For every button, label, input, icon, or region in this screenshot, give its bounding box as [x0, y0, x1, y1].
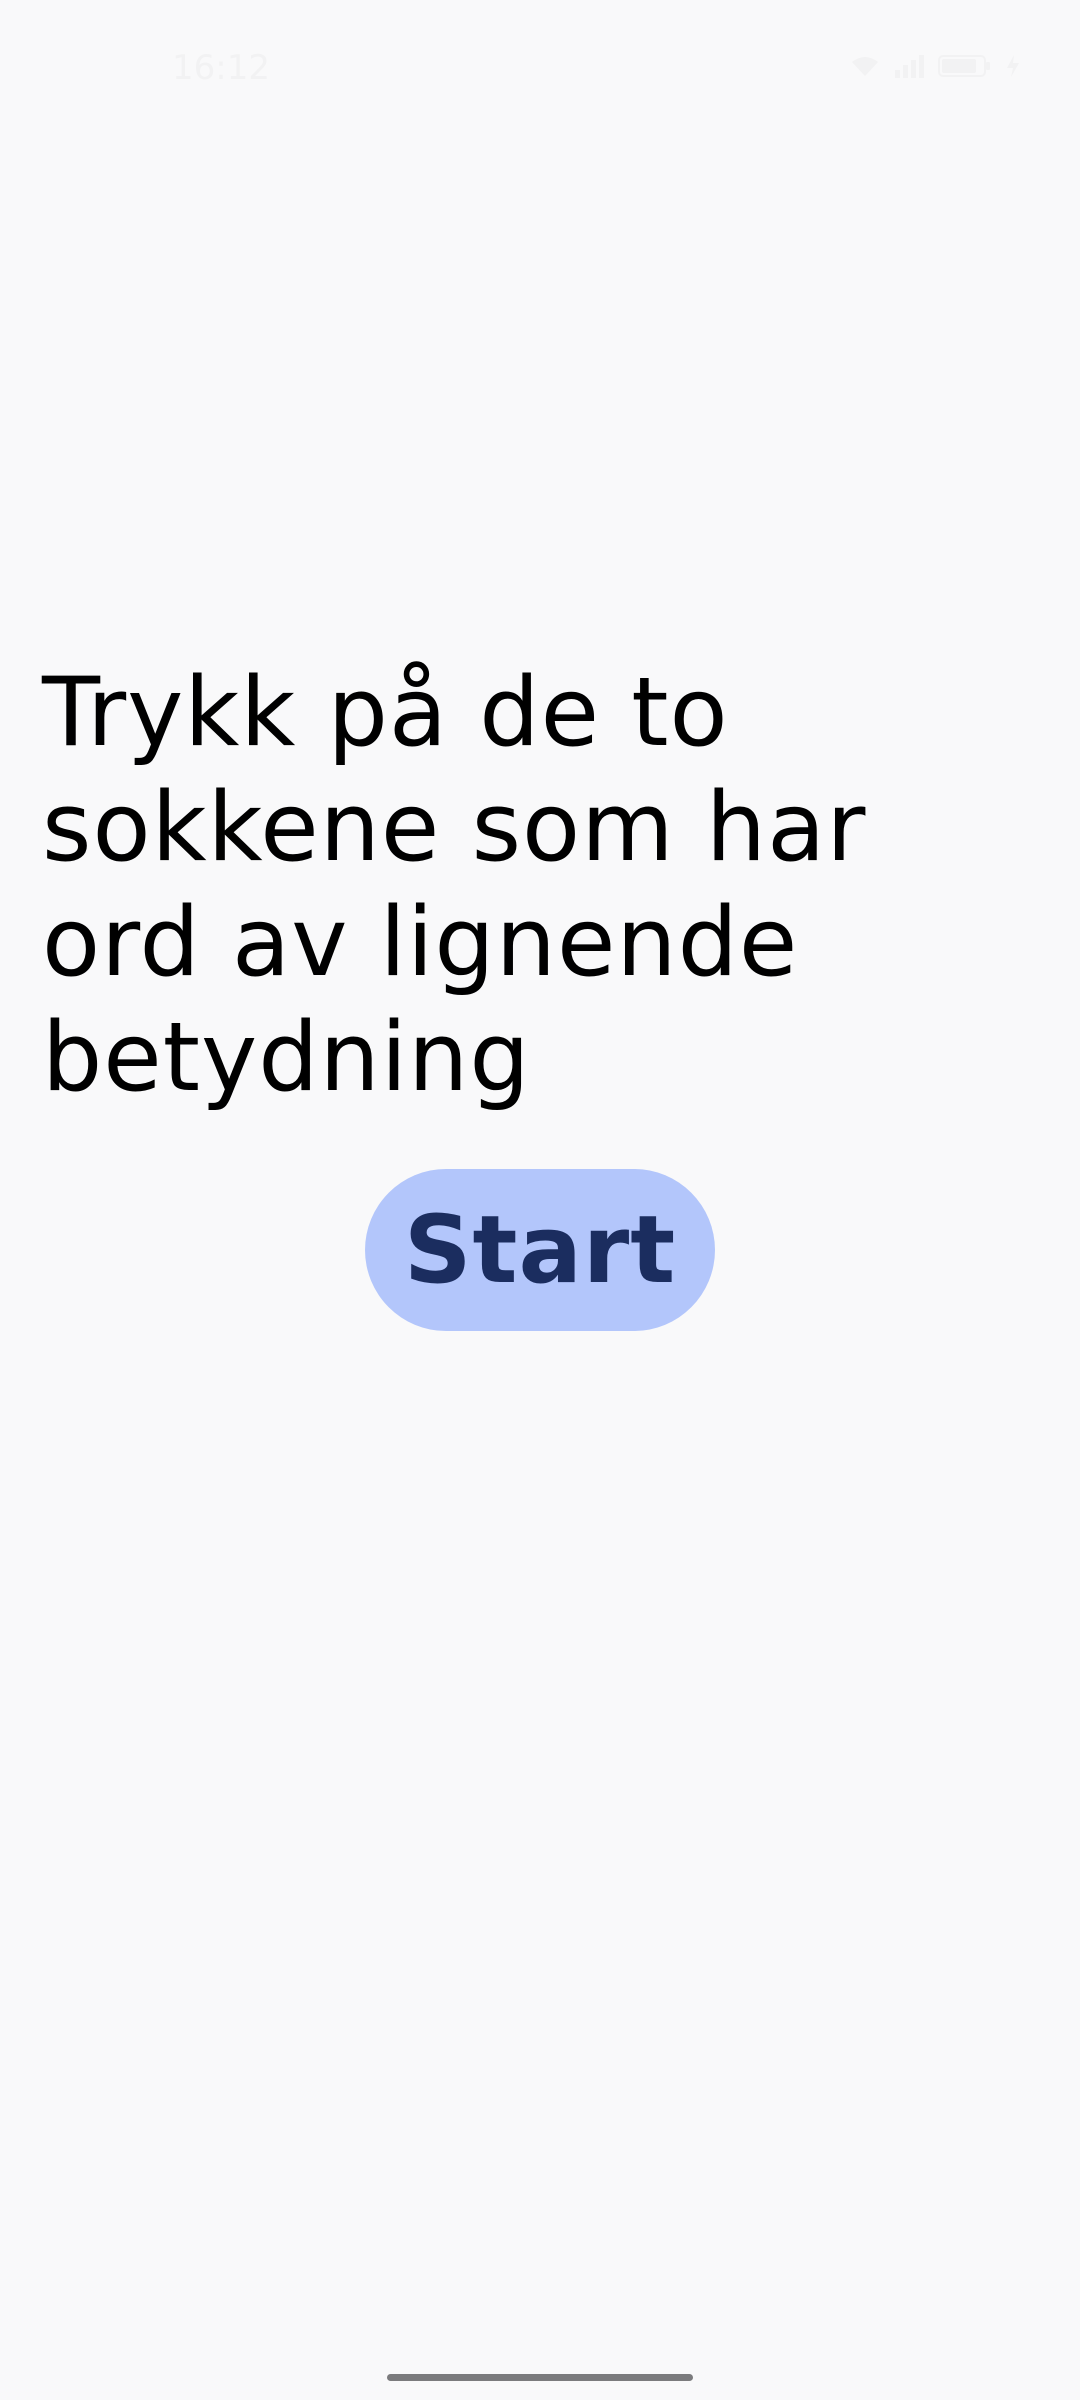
wifi-icon [850, 54, 880, 78]
instruction-text: Trykk på de to sokkene som har ord av li… [42, 658, 867, 1113]
status-time: 16:12 [172, 48, 270, 88]
start-button[interactable]: Start [365, 1169, 715, 1331]
status-icons [850, 54, 1020, 78]
start-button-label: Start [403, 1195, 677, 1305]
signal-icon [894, 54, 924, 78]
battery-icon [938, 54, 992, 78]
home-indicator[interactable] [387, 2374, 693, 2381]
status-bar: 16:12 [0, 0, 1080, 136]
charging-icon [1006, 54, 1020, 78]
